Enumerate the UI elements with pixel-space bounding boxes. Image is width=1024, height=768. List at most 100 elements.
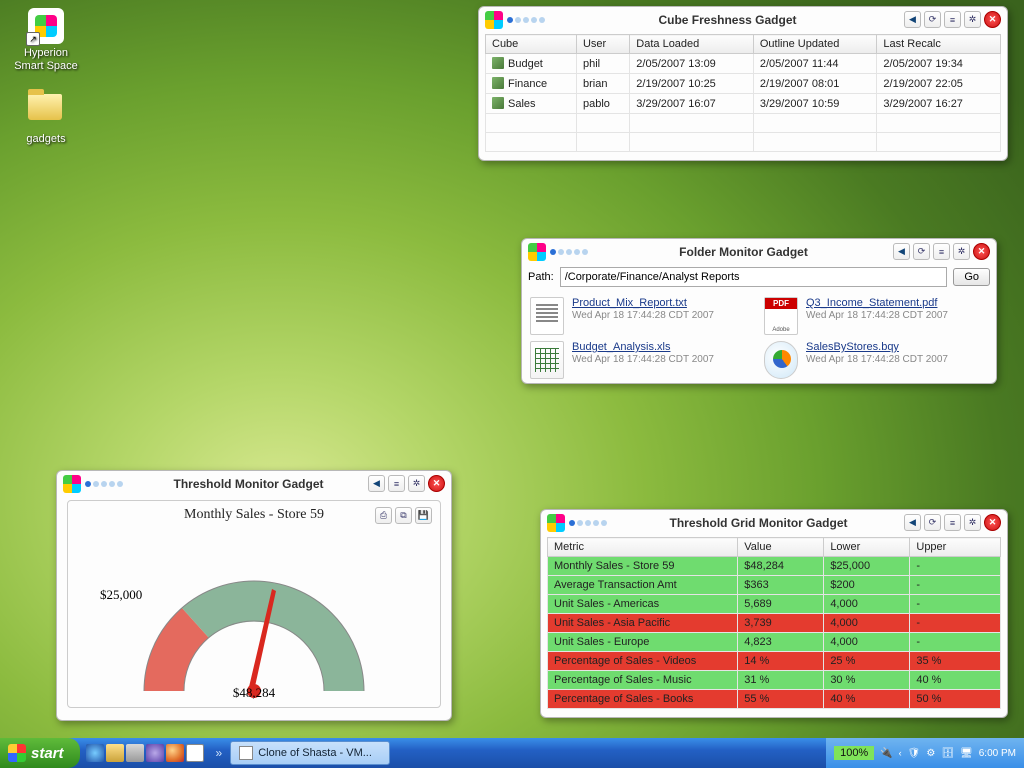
column-header[interactable]: Cube bbox=[486, 35, 577, 54]
collapse-icon[interactable]: ◀ bbox=[368, 475, 385, 492]
gadget-logo-icon bbox=[485, 11, 503, 29]
table-row[interactable]: Monthly Sales - Store 59$48,284$25,000- bbox=[548, 557, 1001, 576]
refresh-icon[interactable]: ⟳ bbox=[913, 243, 930, 260]
list-icon[interactable]: ≡ bbox=[388, 475, 405, 492]
collapse-icon[interactable]: ◀ bbox=[904, 11, 921, 28]
gadget-logo-icon bbox=[547, 514, 565, 532]
clock[interactable]: 6:00 PM bbox=[979, 748, 1016, 759]
tray-icon[interactable]: ⚙ bbox=[926, 748, 935, 759]
system-tray: 100% 🔌 ‹ 🛡 ⚙ 🗄 🖥 6:00 PM bbox=[826, 738, 1024, 768]
list-icon[interactable]: ≡ bbox=[944, 514, 961, 531]
eclipse-icon[interactable] bbox=[146, 744, 164, 762]
gear-icon[interactable]: ✲ bbox=[964, 514, 981, 531]
column-header[interactable]: Value bbox=[738, 538, 824, 557]
gadget-title: Threshold Monitor Gadget bbox=[129, 477, 368, 491]
desktop-icon-hyperion[interactable]: ↗ Hyperion Smart Space bbox=[10, 8, 82, 73]
table-row[interactable]: Percentage of Sales - Music31 %30 %40 % bbox=[548, 671, 1001, 690]
gadget-logo-icon bbox=[63, 475, 81, 493]
column-header[interactable]: Lower bbox=[824, 538, 910, 557]
path-label: Path: bbox=[528, 271, 554, 283]
close-icon[interactable]: ✕ bbox=[973, 243, 990, 260]
quicklaunch-overflow-icon[interactable]: » bbox=[210, 746, 229, 760]
file-name: Q3_Income_Statement.pdf bbox=[806, 297, 948, 309]
gadget-folder-monitor: Folder Monitor Gadget ◀ ⟳ ≡ ✲ ✕ Path: Go… bbox=[521, 238, 997, 384]
explorer-icon[interactable] bbox=[106, 744, 124, 762]
task-label: Clone of Shasta - VM... bbox=[258, 747, 372, 759]
close-icon[interactable]: ✕ bbox=[984, 11, 1001, 28]
print-icon[interactable]: ⎙ bbox=[375, 507, 392, 524]
save-icon[interactable]: 💾 bbox=[415, 507, 432, 524]
copy-icon[interactable]: ⧉ bbox=[395, 507, 412, 524]
collapse-icon[interactable]: ◀ bbox=[893, 243, 910, 260]
table-row[interactable]: Unit Sales - Europe4,8234,000- bbox=[548, 633, 1001, 652]
refresh-icon[interactable]: ⟳ bbox=[924, 514, 941, 531]
gauge-threshold-label: $25,000 bbox=[100, 587, 142, 603]
table-row[interactable]: Unit Sales - Asia Pacific3,7394,000- bbox=[548, 614, 1001, 633]
path-input[interactable] bbox=[560, 267, 948, 287]
pager-dots[interactable] bbox=[85, 481, 123, 487]
threshold-grid-table: MetricValueLowerUpper Monthly Sales - St… bbox=[547, 537, 1001, 709]
list-icon[interactable]: ≡ bbox=[933, 243, 950, 260]
collapse-icon[interactable]: ◀ bbox=[904, 514, 921, 531]
hyperion-icon: ↗ bbox=[28, 8, 64, 44]
cube-icon bbox=[492, 77, 504, 89]
table-row[interactable]: Salespablo3/29/2007 16:073/29/2007 10:59… bbox=[486, 94, 1001, 114]
pager-dots[interactable] bbox=[569, 520, 607, 526]
ie-icon[interactable] bbox=[86, 744, 104, 762]
file-name: Budget_Analysis.xls bbox=[572, 341, 714, 353]
file-item[interactable]: Q3_Income_Statement.pdf Wed Apr 18 17:44… bbox=[764, 297, 988, 335]
gadget-title: Threshold Grid Monitor Gadget bbox=[613, 516, 904, 530]
gadget-threshold-grid: Threshold Grid Monitor Gadget ◀ ⟳ ≡ ✲ ✕ … bbox=[540, 509, 1008, 718]
cube-table: CubeUserData LoadedOutline UpdatedLast R… bbox=[485, 34, 1001, 152]
tray-icon[interactable]: 🛡 bbox=[908, 748, 921, 759]
close-icon[interactable]: ✕ bbox=[984, 514, 1001, 531]
tray-icon[interactable]: 🖥 bbox=[960, 748, 973, 759]
close-icon[interactable]: ✕ bbox=[428, 475, 445, 492]
gadget-header[interactable]: Folder Monitor Gadget ◀ ⟳ ≡ ✲ ✕ bbox=[522, 239, 996, 263]
tray-icon[interactable]: 🔌 bbox=[880, 748, 892, 759]
table-row bbox=[486, 133, 1001, 152]
column-header[interactable]: Metric bbox=[548, 538, 738, 557]
table-row[interactable]: Unit Sales - Americas5,6894,000- bbox=[548, 595, 1001, 614]
table-row[interactable]: Financebrian2/19/2007 10:252/19/2007 08:… bbox=[486, 74, 1001, 94]
pager-dots[interactable] bbox=[507, 17, 545, 23]
column-header[interactable]: Data Loaded bbox=[630, 35, 754, 54]
gear-icon[interactable]: ✲ bbox=[953, 243, 970, 260]
table-row[interactable]: Percentage of Sales - Videos14 %25 %35 % bbox=[548, 652, 1001, 671]
go-button[interactable]: Go bbox=[953, 268, 990, 286]
app-icon[interactable] bbox=[186, 744, 204, 762]
firefox-icon[interactable] bbox=[166, 744, 184, 762]
column-header[interactable]: User bbox=[576, 35, 629, 54]
table-row[interactable]: Average Transaction Amt$363$200- bbox=[548, 576, 1001, 595]
start-button[interactable]: start bbox=[0, 738, 80, 768]
column-header[interactable]: Outline Updated bbox=[753, 35, 877, 54]
refresh-icon[interactable]: ⟳ bbox=[924, 11, 941, 28]
desktop-icon-label: Hyperion Smart Space bbox=[10, 47, 82, 73]
column-header[interactable]: Upper bbox=[910, 538, 1001, 557]
taskbar-task[interactable]: Clone of Shasta - VM... bbox=[230, 741, 390, 765]
file-item[interactable]: Product_Mix_Report.txt Wed Apr 18 17:44:… bbox=[530, 297, 754, 335]
column-header[interactable]: Last Recalc bbox=[877, 35, 1001, 54]
gadget-header[interactable]: Threshold Monitor Gadget ◀ ≡ ✲ ✕ bbox=[57, 471, 451, 495]
tray-icon[interactable]: 🗄 bbox=[941, 748, 954, 759]
table-row bbox=[486, 114, 1001, 133]
file-item[interactable]: SalesByStores.bqy Wed Apr 18 17:44:28 CD… bbox=[764, 341, 988, 379]
gadget-header[interactable]: Threshold Grid Monitor Gadget ◀ ⟳ ≡ ✲ ✕ bbox=[541, 510, 1007, 534]
table-row[interactable]: Percentage of Sales - Books55 %40 %50 % bbox=[548, 690, 1001, 709]
file-item[interactable]: Budget_Analysis.xls Wed Apr 18 17:44:28 … bbox=[530, 341, 754, 379]
tray-overflow-icon[interactable]: ‹ bbox=[899, 748, 902, 758]
gadget-header[interactable]: Cube Freshness Gadget ◀ ⟳ ≡ ✲ ✕ bbox=[479, 7, 1007, 31]
gear-icon[interactable]: ✲ bbox=[964, 11, 981, 28]
txt-file-icon bbox=[530, 297, 564, 335]
desktop-icon-label: gadgets bbox=[10, 133, 82, 146]
desktop-icon-gadgets[interactable]: gadgets bbox=[10, 88, 82, 146]
gauge-chart bbox=[104, 561, 404, 701]
table-row[interactable]: Budgetphil2/05/2007 13:092/05/2007 11:44… bbox=[486, 54, 1001, 74]
gadget-title: Folder Monitor Gadget bbox=[594, 245, 893, 259]
show-desktop-icon[interactable] bbox=[126, 744, 144, 762]
pager-dots[interactable] bbox=[550, 249, 588, 255]
bqy-file-icon bbox=[764, 341, 798, 379]
gear-icon[interactable]: ✲ bbox=[408, 475, 425, 492]
battery-percent[interactable]: 100% bbox=[834, 746, 874, 760]
list-icon[interactable]: ≡ bbox=[944, 11, 961, 28]
